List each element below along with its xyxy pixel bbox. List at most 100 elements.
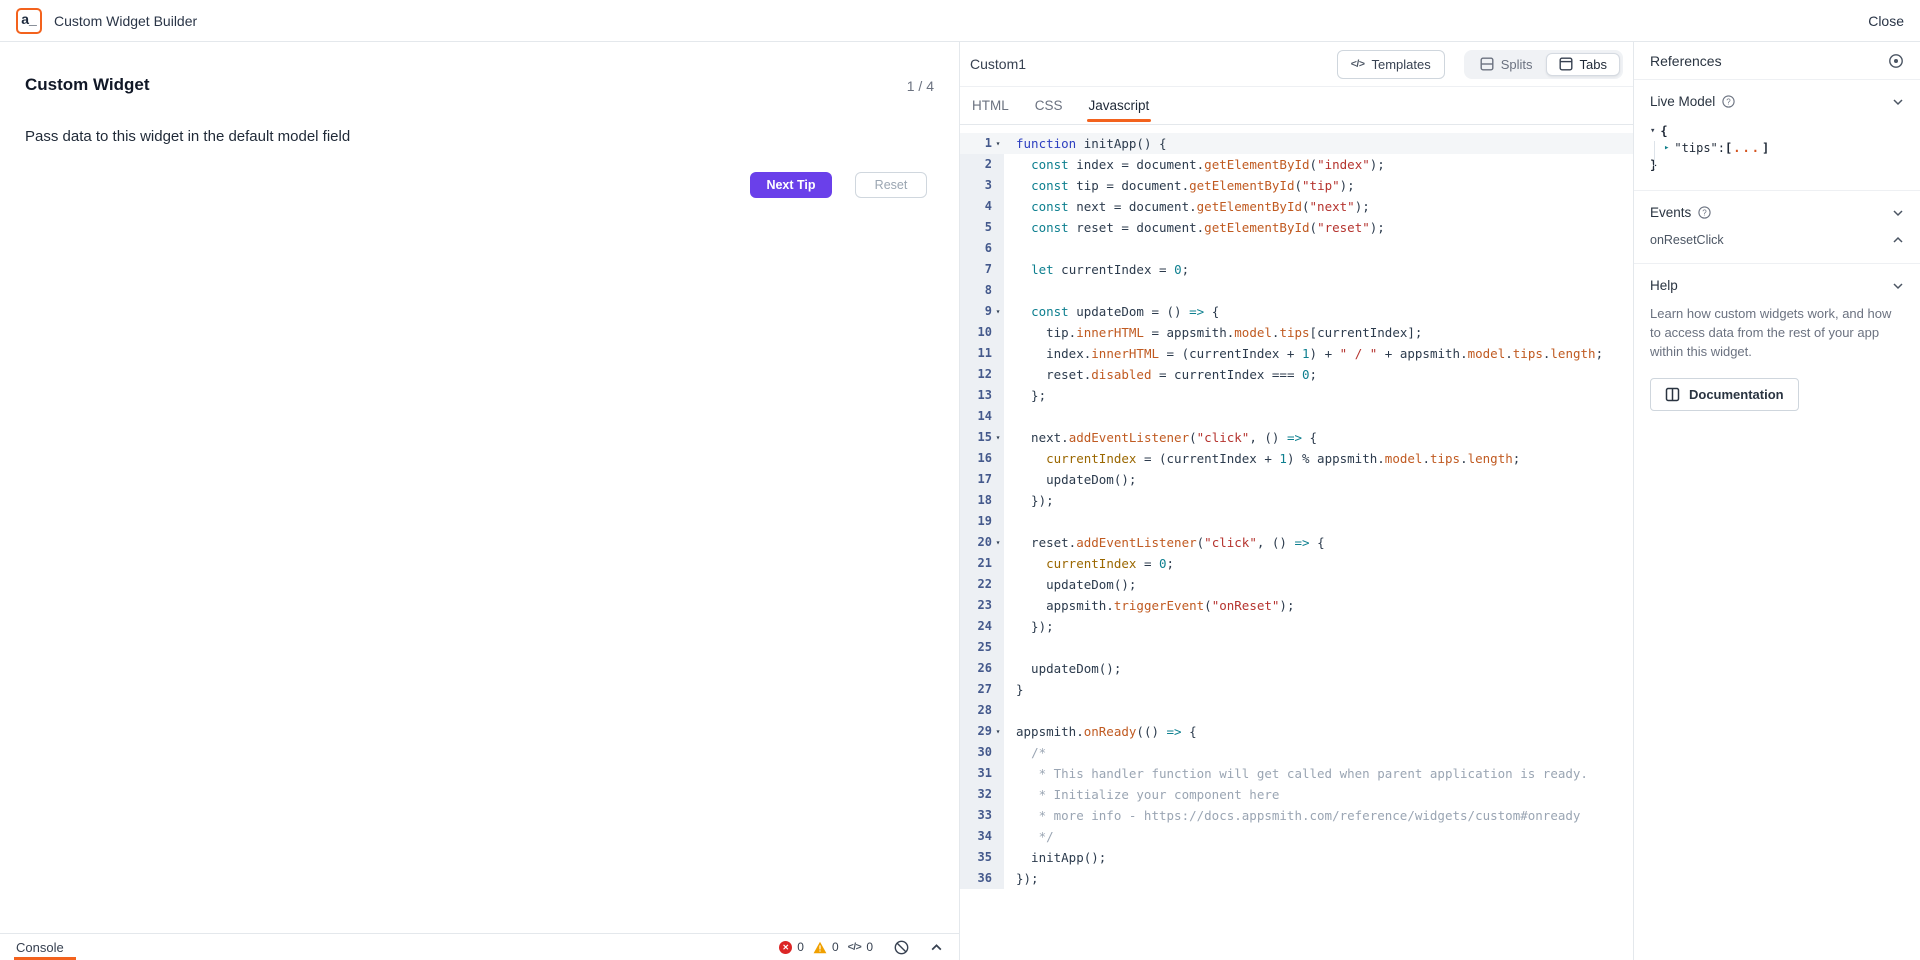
code-line[interactable]: 30 /* <box>960 742 1633 763</box>
code-line[interactable]: 35 initApp(); <box>960 847 1633 868</box>
line-number-gutter: 16 <box>960 448 1004 469</box>
code-line[interactable]: 8 <box>960 280 1633 301</box>
fold-spacer <box>992 175 1004 196</box>
code-line[interactable]: 24 }); <box>960 616 1633 637</box>
templates-button[interactable]: </> Templates <box>1337 50 1445 79</box>
code-line[interactable]: 18 }); <box>960 490 1633 511</box>
book-icon <box>1665 387 1680 402</box>
fold-arrow-icon[interactable]: ▾ <box>992 301 1004 322</box>
code-line[interactable]: 27} <box>960 679 1633 700</box>
code-line[interactable]: 29▾appsmith.onReady(() => { <box>960 721 1633 742</box>
fold-spacer <box>992 637 1004 658</box>
fold-spacer <box>992 658 1004 679</box>
focus-preview-icon[interactable] <box>1888 53 1904 69</box>
close-button[interactable]: Close <box>1868 13 1904 29</box>
console-tab[interactable]: Console <box>16 940 64 955</box>
code-icon: </> <box>1351 58 1365 70</box>
tree-collapsed-icon[interactable]: ▸ <box>1664 140 1669 157</box>
reset-button[interactable]: Reset <box>855 172 927 198</box>
code-line[interactable]: 34 */ <box>960 826 1633 847</box>
code-line[interactable]: 9▾ const updateDom = () => { <box>960 301 1633 322</box>
event-item-onresetclick[interactable]: onResetClick <box>1650 233 1904 247</box>
fold-spacer <box>992 553 1004 574</box>
code-line[interactable]: 10 tip.innerHTML = appsmith.model.tips[c… <box>960 322 1633 343</box>
fold-arrow-icon[interactable]: ▾ <box>992 721 1004 742</box>
code-line[interactable]: 12 reset.disabled = currentIndex === 0; <box>960 364 1633 385</box>
collapse-help-icon[interactable] <box>1892 280 1904 292</box>
fold-spacer <box>992 826 1004 847</box>
line-number-gutter: 6 <box>960 238 1004 259</box>
documentation-button[interactable]: Documentation <box>1650 378 1799 411</box>
fold-arrow-icon[interactable]: ▾ <box>992 133 1004 154</box>
code-line[interactable]: 16 currentIndex = (currentIndex + 1) % a… <box>960 448 1633 469</box>
widget-name: Custom1 <box>970 56 1337 72</box>
code-line[interactable]: 11 index.innerHTML = (currentIndex + 1) … <box>960 343 1633 364</box>
line-number-gutter: 13 <box>960 385 1004 406</box>
code-line[interactable]: 1▾function initApp() { <box>960 133 1633 154</box>
collapse-events-icon[interactable] <box>1892 207 1904 219</box>
tab-css[interactable]: CSS <box>1035 87 1063 124</box>
code-line[interactable]: 5 const reset = document.getElementById(… <box>960 217 1633 238</box>
line-number-gutter: 10 <box>960 322 1004 343</box>
code-line[interactable]: 13 }; <box>960 385 1633 406</box>
code-line[interactable]: 17 updateDom(); <box>960 469 1633 490</box>
splits-icon <box>1480 57 1494 71</box>
code-line[interactable]: 19 <box>960 511 1633 532</box>
line-number-gutter: 18 <box>960 490 1004 511</box>
appsmith-logo-icon: a_ <box>16 8 42 34</box>
fold-spacer <box>992 196 1004 217</box>
code-line[interactable]: 20▾ reset.addEventListener("click", () =… <box>960 532 1633 553</box>
code-line[interactable]: 7 let currentIndex = 0; <box>960 259 1633 280</box>
splits-toggle[interactable]: Splits <box>1467 53 1546 76</box>
fold-arrow-icon[interactable]: ▾ <box>992 532 1004 553</box>
collapse-live-model-icon[interactable] <box>1892 96 1904 108</box>
code-line[interactable]: 31 * This handler function will get call… <box>960 763 1633 784</box>
events-section: Events ? onResetClick <box>1634 191 1920 264</box>
tab-html[interactable]: HTML <box>972 87 1009 124</box>
fold-spacer <box>992 511 1004 532</box>
line-number-gutter: 25 <box>960 637 1004 658</box>
tab-javascript[interactable]: Javascript <box>1089 87 1150 124</box>
widget-title: Custom Widget <box>25 75 150 95</box>
collapse-event-icon[interactable] <box>1892 234 1904 246</box>
fold-arrow-icon[interactable]: ▾ <box>992 427 1004 448</box>
clear-console-icon[interactable] <box>894 940 909 955</box>
line-number-gutter: 24 <box>960 616 1004 637</box>
code-line[interactable]: 32 * Initialize your component here <box>960 784 1633 805</box>
expand-console-icon[interactable] <box>930 941 943 954</box>
code-line[interactable]: 4 const next = document.getElementById("… <box>960 196 1633 217</box>
tabs-toggle[interactable]: Tabs <box>1546 53 1620 76</box>
fold-spacer <box>992 490 1004 511</box>
code-line[interactable]: 21 currentIndex = 0; <box>960 553 1633 574</box>
code-line[interactable]: 23 appsmith.triggerEvent("onReset"); <box>960 595 1633 616</box>
tree-key: "tips" <box>1674 140 1717 157</box>
editor-tab-bar: HTML CSS Javascript <box>960 87 1633 125</box>
line-number-gutter: 8 <box>960 280 1004 301</box>
error-icon: ✕ <box>779 941 792 954</box>
line-number-gutter: 4 <box>960 196 1004 217</box>
code-line[interactable]: 22 updateDom(); <box>960 574 1633 595</box>
live-model-json-tree[interactable]: ▾ { ▸ "tips" : [...] } <box>1650 123 1904 174</box>
tree-guide-line <box>1654 141 1655 169</box>
collapsed-array-dots[interactable]: ... <box>1733 140 1761 157</box>
code-line[interactable]: 15▾ next.addEventListener("click", () =>… <box>960 427 1633 448</box>
code-line[interactable]: 26 updateDom(); <box>960 658 1633 679</box>
next-tip-button[interactable]: Next Tip <box>750 172 832 198</box>
code-line[interactable]: 2 const index = document.getElementById(… <box>960 154 1633 175</box>
code-line[interactable]: 14 <box>960 406 1633 427</box>
line-number-gutter: 21 <box>960 553 1004 574</box>
fold-spacer <box>992 343 1004 364</box>
line-number-gutter: 2 <box>960 154 1004 175</box>
fold-spacer <box>992 679 1004 700</box>
code-line[interactable]: 36}); <box>960 868 1633 889</box>
fold-spacer <box>992 364 1004 385</box>
code-line[interactable]: 3 const tip = document.getElementById("t… <box>960 175 1633 196</box>
code-line[interactable]: 28 <box>960 700 1633 721</box>
line-number-gutter: 3 <box>960 175 1004 196</box>
code-line[interactable]: 25 <box>960 637 1633 658</box>
events-label: Events <box>1650 205 1691 220</box>
code-line[interactable]: 33 * more info - https://docs.appsmith.c… <box>960 805 1633 826</box>
tree-expanded-icon[interactable]: ▾ <box>1650 123 1655 140</box>
code-line[interactable]: 6 <box>960 238 1633 259</box>
javascript-code-editor[interactable]: 1▾function initApp() {2 const index = do… <box>960 125 1633 960</box>
